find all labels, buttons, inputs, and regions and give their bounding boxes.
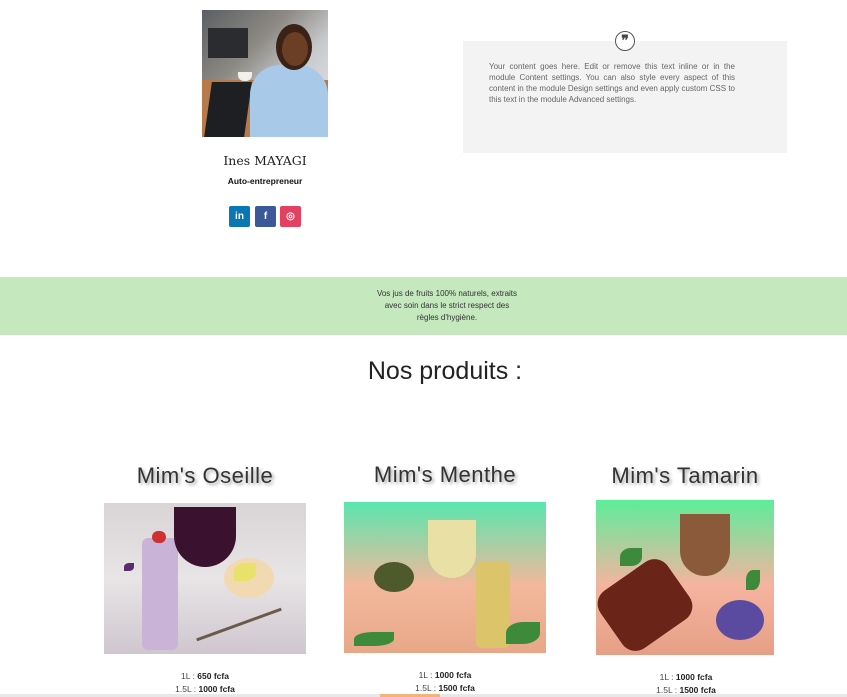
banner-line: Vos jus de fruits 100% naturels, extrait… [376, 289, 518, 298]
banner-line: avec soin dans le strict respect des [384, 301, 510, 310]
profile-role: Auto-entrepreneur [227, 176, 303, 186]
product-title: Mim's Oseille [136, 463, 274, 488]
linkedin-icon[interactable]: in [229, 206, 250, 227]
price-value: 1000 fcfa [434, 670, 472, 680]
quote-icon: ❞ [615, 31, 635, 51]
product-image [104, 503, 306, 654]
testimonial-text: Your content goes here. Edit or remove t… [489, 62, 735, 104]
price-value: 1000 fcfa [675, 672, 713, 682]
profile-photo [202, 10, 328, 137]
price-label: 1.5L : [175, 684, 197, 694]
product-title: Mim's Menthe [373, 462, 517, 487]
price-value: 1500 fcfa [438, 683, 475, 693]
facebook-icon[interactable]: f [255, 206, 276, 227]
price-label: 1L : [181, 671, 195, 681]
product-image [596, 500, 774, 655]
price-value: 650 fcfa [197, 671, 229, 681]
banner-line: règles d'hygiène. [416, 313, 478, 322]
price-label: 1L : [418, 670, 433, 680]
profile-name: Ines MAYAGI [223, 153, 307, 168]
product-image [344, 502, 546, 653]
product-title: Mim's Tamarin [611, 463, 759, 488]
products-heading: Nos produits : [367, 357, 523, 385]
product-price: 1L : 1000 fcfa 1.5L : 1500 fcfa [365, 669, 525, 695]
product-price: 1L : 650 fcfa 1.5L : 1000 fcfa [125, 670, 285, 696]
banner-text: Vos jus de fruits 100% naturels, extrait… [347, 288, 547, 324]
price-label: 1.5L : [415, 683, 437, 693]
price-label: 1L : [659, 672, 674, 682]
price-value: 1000 fcfa [198, 684, 235, 694]
instagram-icon[interactable]: ◎ [280, 206, 301, 227]
